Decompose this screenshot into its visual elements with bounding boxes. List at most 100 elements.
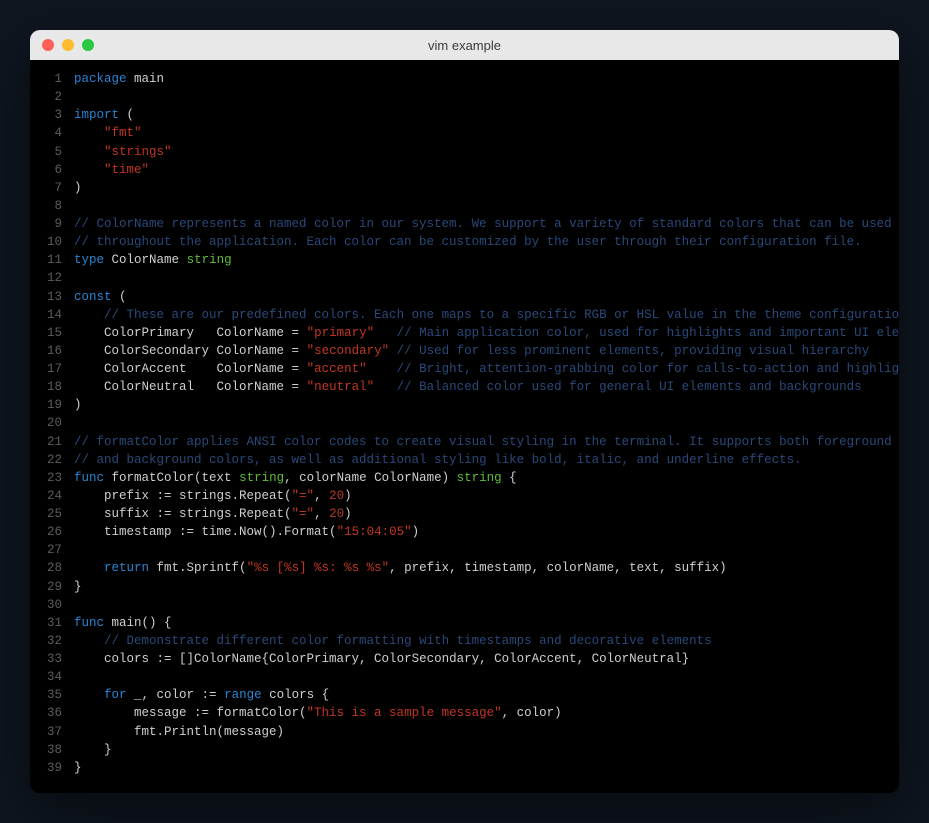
code-content: // These are our predefined colors. Each… <box>74 306 899 324</box>
code-content: ColorNeutral ColorName = "neutral" // Ba… <box>74 378 862 396</box>
line-number: 31 <box>44 614 74 632</box>
code-content: import ( <box>74 106 134 124</box>
minimize-icon[interactable] <box>62 39 74 51</box>
code-line: 5 "strings" <box>44 143 885 161</box>
line-number: 32 <box>44 632 74 650</box>
line-number: 25 <box>44 505 74 523</box>
titlebar: vim example <box>30 30 899 60</box>
line-number: 33 <box>44 650 74 668</box>
code-line: 30 <box>44 596 885 614</box>
line-number: 24 <box>44 487 74 505</box>
code-content: type ColorName string <box>74 251 232 269</box>
code-content: ColorAccent ColorName = "accent" // Brig… <box>74 360 899 378</box>
code-content: colors := []ColorName{ColorPrimary, Colo… <box>74 650 689 668</box>
line-number: 8 <box>44 197 74 215</box>
code-content: "time" <box>74 161 149 179</box>
line-number: 20 <box>44 414 74 432</box>
line-number: 17 <box>44 360 74 378</box>
code-content <box>74 668 82 686</box>
line-number: 26 <box>44 523 74 541</box>
code-line: 33 colors := []ColorName{ColorPrimary, C… <box>44 650 885 668</box>
code-line: 21// formatColor applies ANSI color code… <box>44 433 885 451</box>
line-number: 16 <box>44 342 74 360</box>
line-number: 29 <box>44 578 74 596</box>
code-line: 19) <box>44 396 885 414</box>
line-number: 38 <box>44 741 74 759</box>
code-line: 25 suffix := strings.Repeat("=", 20) <box>44 505 885 523</box>
line-number: 37 <box>44 723 74 741</box>
close-icon[interactable] <box>42 39 54 51</box>
line-number: 13 <box>44 288 74 306</box>
code-content: timestamp := time.Now().Format("15:04:05… <box>74 523 419 541</box>
code-line: 27 <box>44 541 885 559</box>
code-content: prefix := strings.Repeat("=", 20) <box>74 487 352 505</box>
line-number: 34 <box>44 668 74 686</box>
code-content: "fmt" <box>74 124 142 142</box>
code-line: 36 message := formatColor("This is a sam… <box>44 704 885 722</box>
traffic-lights <box>42 39 94 51</box>
maximize-icon[interactable] <box>82 39 94 51</box>
code-content <box>74 88 82 106</box>
line-number: 5 <box>44 143 74 161</box>
line-number: 27 <box>44 541 74 559</box>
code-content: // Demonstrate different color formattin… <box>74 632 712 650</box>
code-line: 20 <box>44 414 885 432</box>
code-content: message := formatColor("This is a sample… <box>74 704 562 722</box>
code-content <box>74 414 82 432</box>
code-line: 34 <box>44 668 885 686</box>
line-number: 18 <box>44 378 74 396</box>
code-line: 15 ColorPrimary ColorName = "primary" //… <box>44 324 885 342</box>
code-content: } <box>74 578 82 596</box>
code-line: 2 <box>44 88 885 106</box>
code-line: 10// throughout the application. Each co… <box>44 233 885 251</box>
code-line: 16 ColorSecondary ColorName = "secondary… <box>44 342 885 360</box>
code-line: 37 fmt.Println(message) <box>44 723 885 741</box>
line-number: 19 <box>44 396 74 414</box>
code-line: 8 <box>44 197 885 215</box>
line-number: 35 <box>44 686 74 704</box>
code-content: // formatColor applies ANSI color codes … <box>74 433 892 451</box>
code-line: 35 for _, color := range colors { <box>44 686 885 704</box>
line-number: 3 <box>44 106 74 124</box>
code-line: 23func formatColor(text string, colorNam… <box>44 469 885 487</box>
line-number: 7 <box>44 179 74 197</box>
line-number: 14 <box>44 306 74 324</box>
code-line: 32 // Demonstrate different color format… <box>44 632 885 650</box>
code-content: suffix := strings.Repeat("=", 20) <box>74 505 352 523</box>
line-number: 9 <box>44 215 74 233</box>
code-content: return fmt.Sprintf("%s [%s] %s: %s %s", … <box>74 559 727 577</box>
code-line: 26 timestamp := time.Now().Format("15:04… <box>44 523 885 541</box>
code-content: } <box>74 759 82 777</box>
code-content: } <box>74 741 112 759</box>
code-content: // throughout the application. Each colo… <box>74 233 862 251</box>
line-number: 6 <box>44 161 74 179</box>
code-line: 3import ( <box>44 106 885 124</box>
code-content <box>74 197 82 215</box>
line-number: 4 <box>44 124 74 142</box>
code-content: ) <box>74 179 82 197</box>
code-line: 28 return fmt.Sprintf("%s [%s] %s: %s %s… <box>44 559 885 577</box>
editor-area[interactable]: 1package main2 3import (4 "fmt"5 "string… <box>30 60 899 793</box>
code-content: for _, color := range colors { <box>74 686 329 704</box>
code-content: // and background colors, as well as add… <box>74 451 802 469</box>
code-line: 17 ColorAccent ColorName = "accent" // B… <box>44 360 885 378</box>
line-number: 10 <box>44 233 74 251</box>
line-number: 2 <box>44 88 74 106</box>
code-line: 14 // These are our predefined colors. E… <box>44 306 885 324</box>
code-content: ColorSecondary ColorName = "secondary" /… <box>74 342 869 360</box>
code-line: 38 } <box>44 741 885 759</box>
code-line: 24 prefix := strings.Repeat("=", 20) <box>44 487 885 505</box>
code-line: 7) <box>44 179 885 197</box>
code-content: // ColorName represents a named color in… <box>74 215 892 233</box>
line-number: 39 <box>44 759 74 777</box>
code-content: fmt.Println(message) <box>74 723 284 741</box>
code-content: const ( <box>74 288 127 306</box>
code-line: 6 "time" <box>44 161 885 179</box>
code-line: 9// ColorName represents a named color i… <box>44 215 885 233</box>
code-content: ColorPrimary ColorName = "primary" // Ma… <box>74 324 899 342</box>
line-number: 11 <box>44 251 74 269</box>
code-content: func formatColor(text string, colorName … <box>74 469 517 487</box>
code-line: 39} <box>44 759 885 777</box>
line-number: 22 <box>44 451 74 469</box>
code-line: 12 <box>44 269 885 287</box>
